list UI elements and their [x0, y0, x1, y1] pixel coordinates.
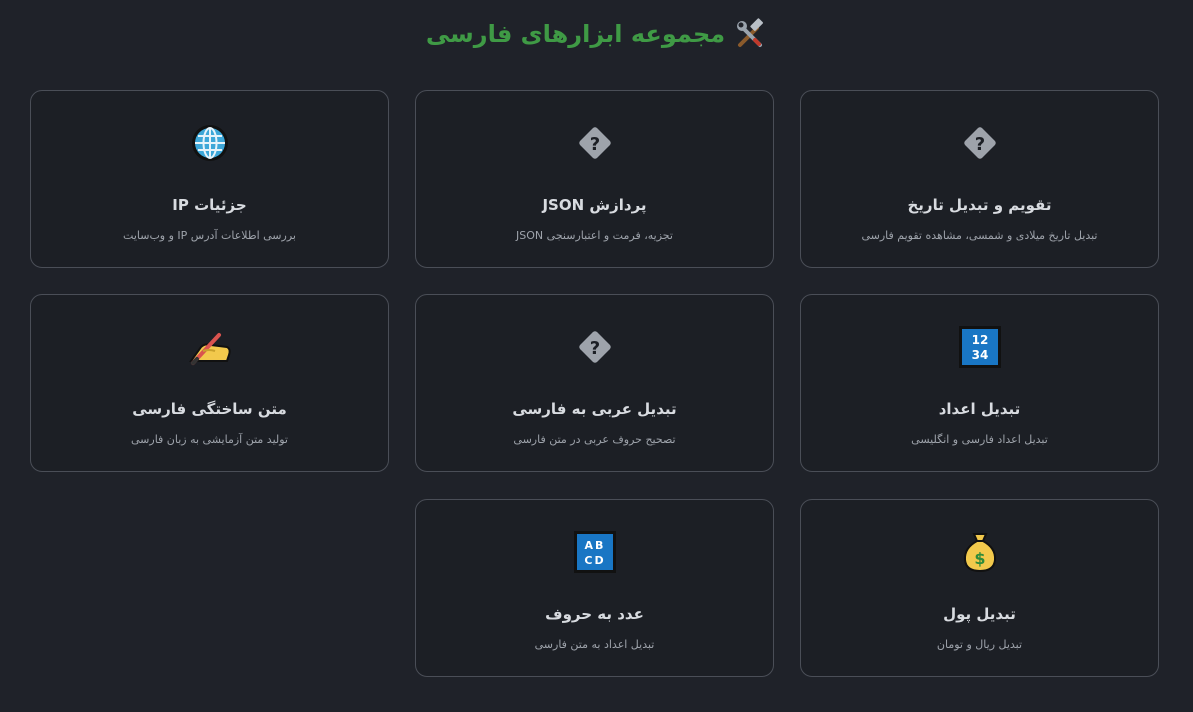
svg-text:?: ?	[974, 134, 984, 155]
page: مجموعه ابزارهای فارسی ? تقویم و تبدیل تا…	[0, 0, 1193, 712]
tool-card-description: تولید متن آزمایشی به زبان فارسی	[131, 433, 288, 446]
tool-card-numbers[interactable]: 12 34 تبدیل اعداد تبدیل اعداد فارسی و ان…	[800, 294, 1159, 472]
tool-card-lorem[interactable]: متن ساختگی فارسی تولید متن آزمایشی به زب…	[30, 294, 389, 472]
tool-card-title: عدد به حروف	[545, 605, 644, 623]
tool-card-description: تبدیل اعداد به متن فارسی	[534, 638, 655, 651]
globe-icon	[31, 121, 388, 165]
question-diamond-icon: ?	[801, 121, 1158, 165]
header: مجموعه ابزارهای فارسی	[0, 14, 1193, 54]
page-title: مجموعه ابزارهای فارسی	[425, 20, 726, 48]
tool-card-description: تبدیل ریال و تومان	[936, 638, 1023, 651]
tool-card-json[interactable]: ? پردازش JSON تجزیه، فرمت و اعتبارسنجی J…	[415, 90, 774, 268]
tool-card-money[interactable]: $ تبدیل پول تبدیل ریال و تومان	[800, 499, 1159, 677]
writing-hand-icon	[31, 325, 388, 369]
tool-card-description: تصحیح حروف عربی در متن فارسی	[513, 433, 676, 446]
tool-card-title: پردازش JSON	[542, 196, 647, 214]
keycap-bottom-text: CD	[584, 554, 605, 567]
svg-text:?: ?	[589, 338, 599, 359]
tool-card-arabic-to-persian[interactable]: ? تبدیل عربی به فارسی تصحیح حروف عربی در…	[415, 294, 774, 472]
tool-card-number-to-words[interactable]: AB CD عدد به حروف تبدیل اعداد به متن فار…	[415, 499, 774, 677]
hammer-and-wrench-icon	[733, 17, 767, 51]
numbers-keycap-icon: 12 34	[801, 325, 1158, 369]
tool-card-calendar[interactable]: ? تقویم و تبدیل تاریخ تبدیل تاریخ میلادی…	[800, 90, 1159, 268]
tool-card-description: تجزیه، فرمت و اعتبارسنجی JSON	[516, 229, 673, 242]
svg-text:$: $	[974, 549, 985, 568]
tools-grid: ? تقویم و تبدیل تاریخ تبدیل تاریخ میلادی…	[28, 90, 1159, 680]
tool-card-description: تبدیل تاریخ میلادی و شمسی، مشاهده تقویم …	[861, 229, 1098, 242]
tool-card-title: متن ساختگی فارسی	[132, 400, 287, 418]
svg-text:?: ?	[589, 134, 599, 155]
tool-card-description: بررسی اطلاعات آدرس IP و وب‌سایت	[123, 229, 296, 242]
keycap-top-text: 12	[971, 333, 988, 347]
tool-card-title: جزئیات IP	[172, 196, 247, 214]
letters-keycap-icon: AB CD	[416, 530, 773, 574]
tool-card-title: تبدیل عربی به فارسی	[512, 400, 677, 418]
question-diamond-icon: ?	[416, 121, 773, 165]
tool-card-description: تبدیل اعداد فارسی و انگلیسی	[911, 433, 1048, 446]
keycap-top-text: AB	[584, 539, 605, 552]
tool-card-title: تبدیل اعداد	[938, 400, 1021, 418]
tool-card-title: تبدیل پول	[943, 605, 1016, 623]
keycap-bottom-text: 34	[971, 348, 988, 362]
money-bag-icon: $	[801, 530, 1158, 574]
tool-card-ip[interactable]: جزئیات IP بررسی اطلاعات آدرس IP و وب‌سای…	[30, 90, 389, 268]
tool-card-title: تقویم و تبدیل تاریخ	[907, 196, 1052, 214]
question-diamond-icon: ?	[416, 325, 773, 369]
